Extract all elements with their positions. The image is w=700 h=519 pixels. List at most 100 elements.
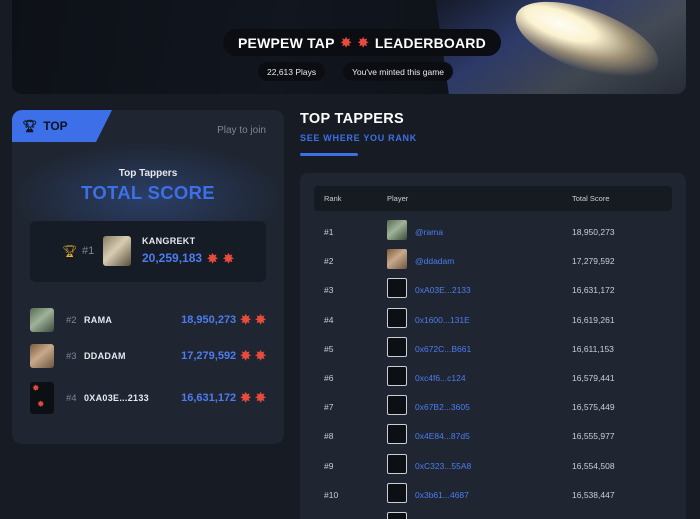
player-link[interactable]: @rama (415, 227, 443, 237)
avatar (387, 482, 407, 503)
column-header-player: Player (387, 194, 409, 203)
rank-cell: #4 (324, 314, 334, 325)
list-item[interactable]: #3 DDADAM 17,279,592 ✸ ✸ (30, 344, 266, 370)
player-link[interactable]: 0x3b61...4687 (415, 490, 469, 500)
score-cell: 16,555,977 (572, 431, 615, 442)
list-score-value: 18,950,273 (181, 313, 237, 326)
list-score: 16,631,172 ✸ ✸ (181, 391, 266, 404)
player-link[interactable]: 0xC323...55A8 (415, 461, 471, 471)
top-score-card: 🏆︎ TOP Play to join Top Tappers TOTAL SC… (12, 110, 284, 444)
rank-cell: #10 (324, 489, 339, 500)
champion-entry[interactable]: 🏆︎ #1 KANGREKT 20,259,183 ✸ ✸ (30, 221, 266, 282)
list-name: RAMA (84, 315, 113, 325)
burst-icon: ✸ (357, 35, 369, 50)
list-name: DDADAM (84, 351, 126, 361)
list-score: 18,950,273 ✸ ✸ (181, 313, 266, 326)
avatar (387, 395, 407, 416)
avatar (387, 278, 407, 299)
list-score-value: 17,279,592 (181, 349, 237, 362)
avatar (30, 308, 54, 332)
avatar (387, 424, 407, 445)
plays-count-pill: 22,613 Plays (258, 62, 326, 81)
player-link[interactable]: 0x1600...131E (415, 315, 470, 325)
burst-icon: ✸ (255, 390, 266, 405)
player-link[interactable]: 0x67B2...3605 (415, 402, 470, 412)
table-row[interactable]: #1 @rama 18,950,273 (314, 218, 672, 247)
column-header-score: Total Score (572, 194, 610, 203)
card-title: TOTAL SCORE (81, 182, 215, 203)
champion-score-value: 20,259,183 (142, 251, 203, 265)
player-link[interactable]: 0xc4f6...c124 (415, 373, 466, 383)
avatar (387, 453, 407, 474)
list-score-value: 16,631,172 (181, 391, 237, 404)
play-to-join-link[interactable]: Play to join (217, 125, 266, 136)
trophy-icon: 🏆︎ (62, 244, 78, 258)
rank-cell: #9 (324, 460, 334, 471)
see-where-you-rank-link[interactable]: SEE WHERE YOU RANK (300, 133, 417, 143)
score-cell: 16,538,447 (572, 489, 615, 500)
rank-cell: #5 (324, 343, 334, 354)
burst-icon: ✸ (255, 312, 266, 327)
burst-icon: ✸ (340, 35, 352, 50)
avatar (387, 366, 407, 386)
game-banner: PEWPEW TAP ✸ ✸ LEADERBOARD 22,613 Plays … (12, 0, 686, 94)
player-link[interactable]: 0xA03E...2133 (415, 285, 471, 295)
table-header: Rank Player Total Score (314, 186, 672, 211)
table-row[interactable]: #3 0xA03E...2133 16,631,172 (314, 276, 672, 305)
burst-icon: ✸ (222, 250, 234, 266)
table-row[interactable]: #7 0x67B2...3605 16,575,449 (314, 393, 672, 422)
score-cell: 16,611,153 (572, 343, 614, 354)
table-row[interactable]: #8 0x4E84...87d5 16,555,977 (314, 422, 672, 451)
minted-status-pill: You've minted this game (343, 62, 454, 81)
card-subtitle: Top Tappers (118, 168, 178, 179)
champion-name: KANGREKT (142, 236, 196, 246)
burst-icon: ✸ (240, 390, 252, 405)
section-title: TOP TAPPERS (300, 111, 405, 127)
player-link[interactable]: 0x4E84...87d5 (415, 431, 470, 441)
avatar (387, 336, 407, 357)
tab-top[interactable]: 🏆︎ TOP (12, 110, 112, 142)
section-underline (300, 153, 358, 156)
burst-icon: ✸ (240, 348, 252, 363)
game-title: PEWPEW TAP (238, 34, 335, 51)
table-row[interactable]: #5 0x672C...B661 16,611,153 (314, 335, 672, 364)
score-cell: 16,579,441 (572, 373, 615, 383)
list-item[interactable]: #2 RAMA 18,950,273 ✸ ✸ (30, 308, 266, 334)
list-name: 0XA03E...2133 (84, 393, 149, 403)
table-row[interactable]: #4 0x1600...131E 16,619,261 (314, 306, 672, 335)
table-row[interactable]: #2 @ddadam 17,279,592 (314, 247, 672, 276)
avatar (387, 512, 407, 519)
rank-cell: #7 (324, 402, 334, 413)
avatar (30, 344, 54, 368)
player-link[interactable]: 0x672C...B661 (415, 344, 471, 354)
burst-icon: ✸ (240, 312, 252, 327)
leaderboard-label: LEADERBOARD (374, 34, 486, 51)
list-rank: #4 (66, 393, 77, 404)
avatar (387, 307, 407, 328)
list-item[interactable]: ✸ ✸ #4 0XA03E...2133 16,631,172 ✸ ✸ (30, 382, 266, 414)
tab-top-label: TOP (43, 119, 68, 133)
avatar: ✸ ✸ (30, 382, 54, 414)
score-cell: 18,950,273 (572, 227, 615, 237)
avatar (387, 220, 407, 240)
rank-cell: #8 (324, 431, 334, 442)
player-link[interactable]: @ddadam (415, 256, 454, 266)
table-row[interactable]: #10 0x3b61...4687 16,538,447 (314, 481, 672, 510)
rank-cell: #6 (324, 373, 334, 383)
burst-icon: ✸ (255, 348, 266, 363)
burst-icon: ✸ (32, 383, 40, 393)
table-row[interactable]: #6 0xc4f6...c124 16,579,441 (314, 364, 672, 393)
score-cell: 16,631,172 (572, 285, 615, 296)
burst-icon: ✸ (37, 399, 45, 409)
leaderboard-table: Rank Player Total Score #1 @rama 18,950,27… (300, 173, 686, 519)
burst-icon: ✸ (207, 250, 218, 266)
trophy-icon: 🏆︎ (22, 119, 38, 133)
avatar (103, 236, 131, 266)
table-row[interactable]: #9 0xC323...55A8 16,554,508 (314, 452, 672, 481)
table-row[interactable]: #110x49D9...2D1016,529,096 (314, 510, 672, 519)
rank-cell: #3 (324, 285, 334, 296)
rank-cell: #2 (324, 256, 334, 267)
score-cell: 16,575,449 (572, 402, 615, 413)
score-cell: 16,619,261 (572, 314, 615, 325)
score-cell: 16,554,508 (572, 460, 615, 471)
